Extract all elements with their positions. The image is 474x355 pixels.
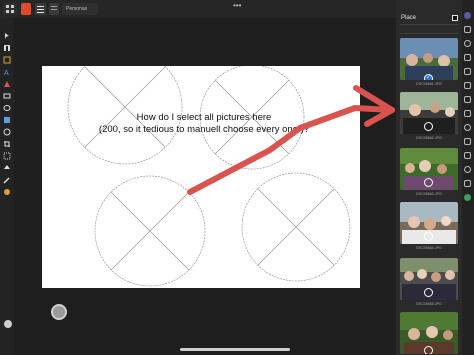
thumbnail-image[interactable] (400, 38, 458, 80)
studio-icon-strip (462, 0, 474, 355)
selected-check-icon[interactable] (424, 74, 433, 80)
unselected-ring-icon[interactable] (424, 288, 433, 297)
unselected-ring-icon[interactable] (424, 232, 433, 241)
unselected-ring-icon[interactable] (424, 178, 433, 187)
select-all-checkbox[interactable] (452, 15, 458, 21)
thumbnail-caption: DSC05661.JPG (416, 82, 442, 86)
styles-icon[interactable] (464, 82, 471, 89)
thumbnail-caption: DSC05664.JPG (416, 246, 442, 250)
history-icon[interactable] (464, 138, 471, 145)
effects-icon[interactable] (464, 68, 471, 75)
home-indicator[interactable] (180, 348, 290, 351)
transform-icon[interactable] (464, 110, 471, 117)
glyphs-icon[interactable] (464, 166, 471, 173)
thumbnail-caption: DSC05665.JPG (416, 302, 442, 306)
thumbnail-caption: DSC05662.JPG (416, 136, 442, 140)
stroke-icon[interactable] (464, 40, 471, 47)
panel-divider (400, 24, 458, 25)
color-icon[interactable] (464, 12, 471, 19)
thumbnail-image[interactable] (400, 312, 458, 354)
unselected-ring-icon[interactable] (424, 122, 433, 131)
panel-title: Place (401, 15, 417, 21)
thumbnail-image[interactable] (400, 258, 458, 300)
thumbnail-caption: DSC05663.JPG (416, 192, 442, 196)
unselected-ring-icon[interactable] (424, 346, 433, 354)
quick-action-button[interactable] (51, 304, 67, 320)
navigator-icon[interactable] (464, 124, 471, 131)
place-panel: Place DSC05661.JPG DSC05662.JPG (396, 0, 462, 355)
context-toolbar-dot[interactable] (4, 320, 12, 328)
thumbnail-image[interactable] (400, 148, 458, 190)
swatches-icon[interactable] (464, 26, 471, 33)
preflight-icon[interactable] (464, 194, 471, 201)
thumbnail-image[interactable] (400, 202, 458, 244)
text-styles-icon[interactable] (464, 96, 471, 103)
panel-divider (400, 33, 458, 34)
fields-icon[interactable] (464, 180, 471, 187)
stock-icon[interactable] (464, 152, 471, 159)
thumbnail-image[interactable] (400, 92, 458, 134)
layers-panel-icon[interactable] (464, 54, 471, 61)
